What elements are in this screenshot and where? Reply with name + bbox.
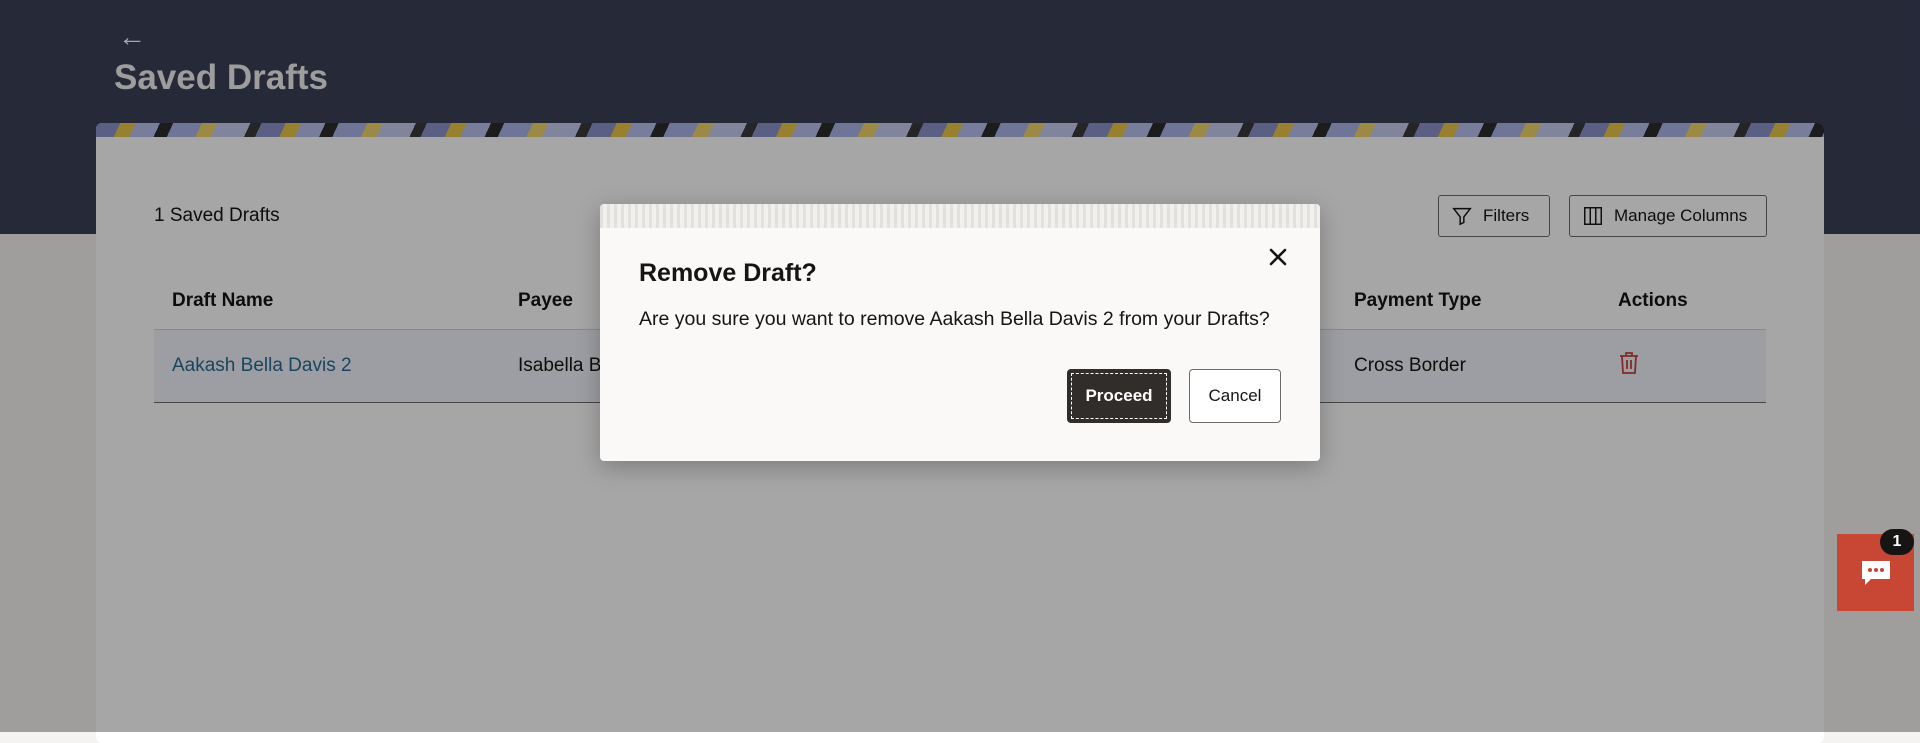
remove-draft-dialog: Remove Draft? Are you sure you want to r… [600, 204, 1320, 461]
proceed-button[interactable]: Proceed [1067, 369, 1171, 423]
cancel-button[interactable]: Cancel [1189, 369, 1281, 423]
dialog-message: Are you sure you want to remove Aakash B… [639, 308, 1270, 330]
dialog-pattern [600, 204, 1320, 228]
chat-notification-badge: 1 [1880, 529, 1914, 555]
dialog-title: Remove Draft? [639, 259, 817, 287]
chat-icon [1861, 560, 1890, 585]
close-icon[interactable] [1262, 241, 1294, 273]
